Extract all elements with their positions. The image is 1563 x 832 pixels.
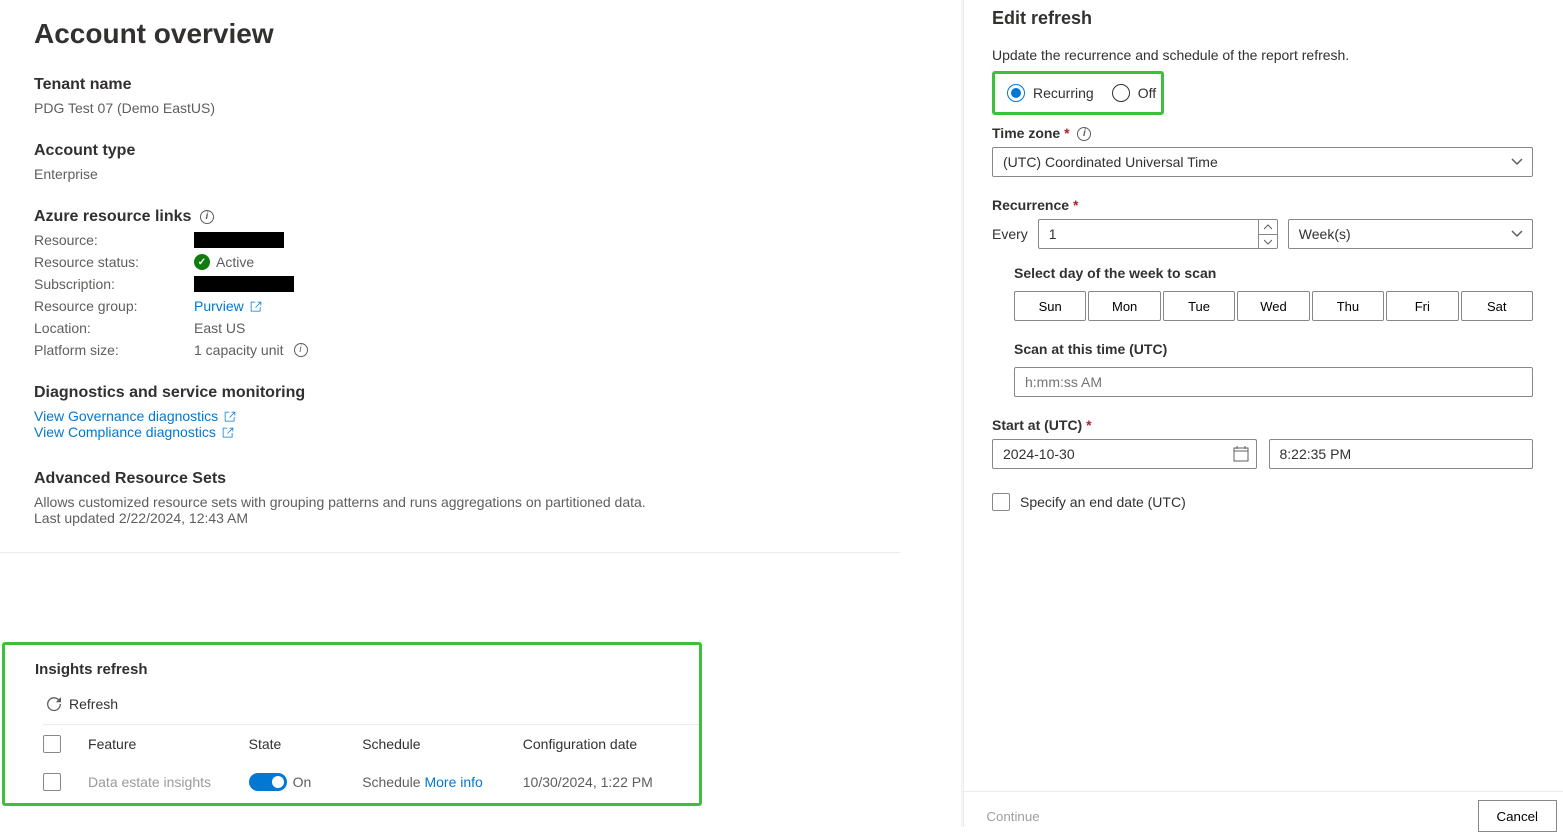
- recurrence-interval-input[interactable]: [1038, 219, 1278, 249]
- external-link-icon: [222, 427, 234, 439]
- day-sun-button[interactable]: Sun: [1014, 291, 1086, 321]
- start-at-label: Start at (UTC) *: [992, 417, 1533, 433]
- column-feature: Feature: [88, 736, 249, 752]
- off-radio[interactable]: Off: [1112, 84, 1156, 102]
- view-compliance-diagnostics-link[interactable]: View Compliance diagnostics: [34, 424, 234, 440]
- advanced-resource-sets-desc: Allows customized resource sets with gro…: [34, 494, 900, 510]
- day-sat-button[interactable]: Sat: [1461, 291, 1533, 321]
- external-link-icon: [250, 301, 262, 313]
- day-mon-button[interactable]: Mon: [1088, 291, 1160, 321]
- column-state: State: [249, 736, 363, 752]
- timezone-label: Time zone *: [992, 125, 1533, 141]
- recurrence-label: Recurrence *: [992, 197, 1533, 213]
- column-config-date: Configuration date: [523, 736, 699, 752]
- platform-size-label: Platform size:: [34, 342, 194, 358]
- advanced-resource-sets-updated: Last updated 2/22/2024, 12:43 AM: [34, 510, 900, 526]
- edit-refresh-panel: Edit refresh Update the recurrence and s…: [963, 0, 1563, 827]
- refresh-icon: [47, 697, 61, 711]
- row-state: On: [293, 774, 312, 790]
- advanced-resource-sets-heading: Advanced Resource Sets: [34, 470, 900, 488]
- recurrence-unit-select[interactable]: Week(s): [1288, 219, 1533, 249]
- external-link-icon: [224, 411, 236, 423]
- cancel-button[interactable]: Cancel: [1478, 800, 1558, 832]
- day-thu-button[interactable]: Thu: [1312, 291, 1384, 321]
- recurrence-mode-radiogroup: Recurring Off: [992, 71, 1164, 115]
- subscription-label: Subscription:: [34, 276, 194, 292]
- info-icon[interactable]: [294, 343, 308, 357]
- recurring-radio[interactable]: Recurring: [1007, 84, 1094, 102]
- day-tue-button[interactable]: Tue: [1163, 291, 1235, 321]
- tenant-name-value: PDG Test 07 (Demo EastUS): [34, 100, 900, 116]
- panel-description: Update the recurrence and schedule of th…: [992, 47, 1533, 63]
- radio-dot-icon: [1112, 84, 1130, 102]
- row-config-date: 10/30/2024, 1:22 PM: [523, 774, 699, 790]
- start-date-input[interactable]: [992, 439, 1257, 469]
- insights-refresh-section: Insights refresh Refresh Feature State S…: [2, 642, 702, 806]
- location-value: East US: [194, 320, 245, 336]
- state-toggle[interactable]: [249, 773, 287, 791]
- day-wed-button[interactable]: Wed: [1237, 291, 1309, 321]
- more-info-link[interactable]: More info: [424, 774, 482, 790]
- column-schedule: Schedule: [362, 736, 523, 752]
- check-circle-icon: [194, 254, 210, 270]
- resource-status-label: Resource status:: [34, 254, 194, 270]
- start-time-input[interactable]: [1269, 439, 1534, 469]
- specify-end-date-checkbox[interactable]: [992, 493, 1010, 511]
- redacted-text: [194, 276, 294, 292]
- scan-time-label: Scan at this time (UTC): [1014, 341, 1533, 357]
- info-icon[interactable]: [200, 210, 214, 224]
- chevron-down-icon: [1264, 239, 1272, 245]
- row-checkbox[interactable]: [43, 773, 61, 791]
- view-governance-diagnostics-link[interactable]: View Governance diagnostics: [34, 408, 236, 424]
- redacted-text: [194, 232, 284, 248]
- continue-button[interactable]: Continue: [970, 800, 1056, 832]
- scan-time-input[interactable]: [1014, 367, 1533, 397]
- tenant-name-label: Tenant name: [34, 76, 900, 94]
- every-label: Every: [992, 226, 1028, 242]
- divider: [0, 552, 900, 553]
- info-icon[interactable]: [1077, 127, 1091, 141]
- azure-resource-links-heading: Azure resource links: [34, 208, 900, 226]
- select-day-label: Select day of the week to scan: [1014, 265, 1533, 281]
- resource-label: Resource:: [34, 232, 194, 248]
- page-title: Account overview: [34, 18, 900, 50]
- insights-refresh-heading: Insights refresh: [35, 661, 699, 678]
- row-schedule-text: Schedule: [362, 774, 424, 790]
- account-type-value: Enterprise: [34, 166, 900, 182]
- chevron-up-icon: [1264, 224, 1272, 230]
- timezone-select[interactable]: (UTC) Coordinated Universal Time: [992, 147, 1533, 177]
- resource-group-link[interactable]: Purview: [194, 298, 262, 314]
- specify-end-date-label: Specify an end date (UTC): [1020, 494, 1186, 510]
- resource-status-value: Active: [216, 254, 254, 270]
- stepper-down[interactable]: [1259, 234, 1278, 249]
- panel-title: Edit refresh: [992, 8, 1533, 29]
- table-row: Data estate insights On Schedule More in…: [43, 763, 699, 801]
- account-type-label: Account type: [34, 142, 900, 160]
- select-all-checkbox[interactable]: [43, 735, 61, 753]
- diagnostics-heading: Diagnostics and service monitoring: [34, 384, 900, 402]
- resource-group-label: Resource group:: [34, 298, 194, 314]
- day-fri-button[interactable]: Fri: [1386, 291, 1458, 321]
- platform-size-value: 1 capacity unit: [194, 342, 284, 358]
- table-header: Feature State Schedule Configuration dat…: [43, 725, 699, 763]
- radio-dot-icon: [1007, 84, 1025, 102]
- row-feature: Data estate insights: [88, 774, 249, 790]
- location-label: Location:: [34, 320, 194, 336]
- stepper-up[interactable]: [1259, 219, 1278, 234]
- refresh-button[interactable]: Refresh: [47, 696, 699, 712]
